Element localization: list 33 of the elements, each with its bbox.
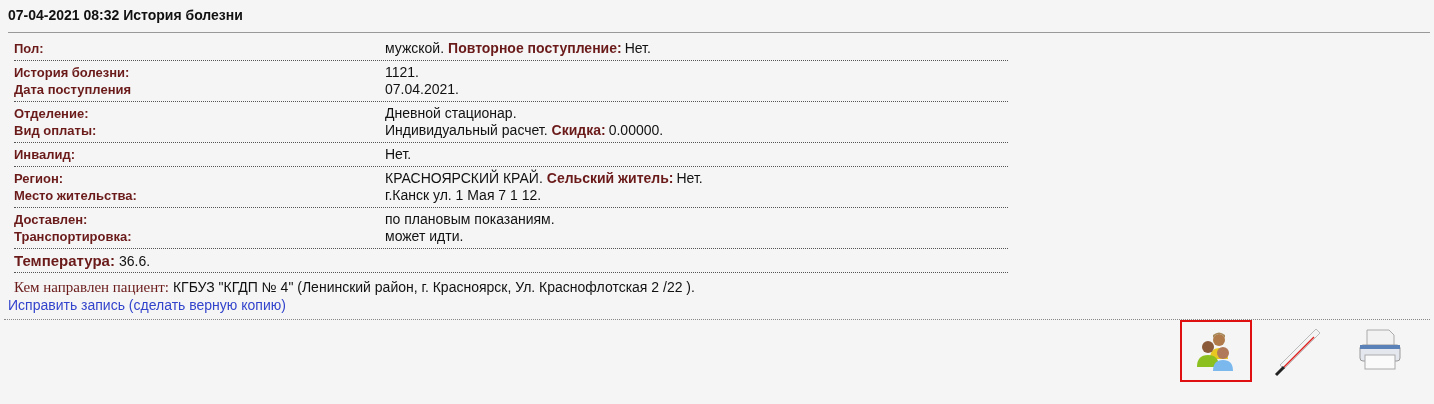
field-value: может идти. xyxy=(385,228,464,245)
field-label: Температура: xyxy=(14,252,115,269)
field-value: КРАСНОЯРСКИЙ КРАЙ. xyxy=(385,170,543,187)
field-value: 0.00000. xyxy=(608,122,664,139)
field-label: Вид оплаты: xyxy=(14,122,98,139)
field-label: Место жительства: xyxy=(14,187,138,204)
field-value: Дневной стационар. xyxy=(385,105,517,122)
edit-link[interactable]: Исправить запись (сделать верную копию) xyxy=(8,297,286,313)
field-label: Скидка: xyxy=(551,122,606,139)
field-label: Повторное поступление: xyxy=(448,40,622,57)
field-label: Регион: xyxy=(14,170,65,187)
field-value: по плановым показаниям. xyxy=(385,211,555,228)
field-label: Дата поступления xyxy=(14,81,133,98)
field-label: История болезни: xyxy=(14,64,131,81)
field-label: Транспортировка: xyxy=(14,228,133,245)
field-value: Нет. xyxy=(624,40,651,57)
field-label: Отделение: xyxy=(14,105,90,122)
field-value: Нет. xyxy=(385,146,412,163)
field-label: Пол: xyxy=(14,40,45,57)
field-value: мужской. xyxy=(385,40,445,57)
users-button[interactable] xyxy=(1180,320,1252,382)
field-value: г.Канск ул. 1 Мая 7 1 12. xyxy=(385,187,542,204)
field-label: Инвалид: xyxy=(14,146,77,163)
field-value: Индивидуальный расчет. xyxy=(385,122,548,139)
field-value: Нет. xyxy=(676,170,703,187)
page-title: 07-04-2021 08:32 История болезни xyxy=(7,6,244,25)
field-label: Доставлен: xyxy=(14,211,89,228)
field-value: 1121. xyxy=(385,64,419,81)
field-value: 36.6. xyxy=(118,253,151,269)
field-label: Сельский житель: xyxy=(546,170,674,187)
field-value: КГБУЗ "КГДП № 4" (Ленинский район, г. Красноярск, Ул. Краснофлотская 2 /22 ). xyxy=(172,279,695,295)
field-label: Кем направлен пациент: xyxy=(14,279,169,295)
field-value: 07.04.2021. xyxy=(385,81,459,98)
